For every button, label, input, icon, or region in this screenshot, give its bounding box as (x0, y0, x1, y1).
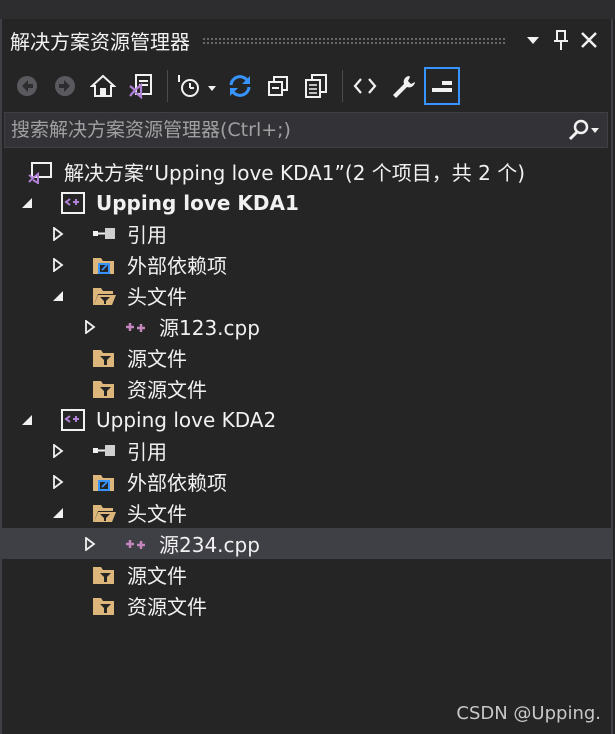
home-icon[interactable] (86, 68, 120, 104)
collapsed-arrow-icon[interactable] (81, 318, 99, 336)
tree-item-file-selected[interactable]: 源234.cpp (0, 528, 611, 559)
cpp-project-icon (60, 191, 86, 215)
view-code-icon[interactable] (348, 68, 382, 104)
collapsed-arrow-icon[interactable] (49, 473, 67, 491)
filter-folder-icon (91, 346, 117, 370)
cpp-file-icon (123, 315, 149, 339)
external-deps-folder-icon (91, 253, 117, 277)
references-icon (91, 222, 117, 246)
collapsed-arrow-icon[interactable] (49, 442, 67, 460)
tree-label: 源234.cpp (159, 533, 260, 557)
tree-label: 源文件 (127, 564, 187, 588)
tree-item-external-deps[interactable]: 外部依赖项 (0, 466, 611, 497)
tree-label: 资源文件 (127, 378, 207, 402)
expanded-arrow-icon[interactable] (49, 287, 67, 305)
tree-item-resource-files[interactable]: 资源文件 (0, 590, 611, 621)
tree-label: 外部依赖项 (127, 471, 227, 495)
tree-label: 资源文件 (127, 595, 207, 619)
drag-grip[interactable] (202, 36, 507, 44)
tree-item-references[interactable]: 引用 (0, 435, 611, 466)
collapsed-arrow-icon[interactable] (81, 535, 99, 553)
tree-item-project[interactable]: Upping love KDA1 (0, 187, 611, 218)
panel-titlebar: 解决方案资源管理器 (0, 19, 611, 61)
dropdown-arrow-icon[interactable] (519, 26, 547, 54)
tree-item-resource-files[interactable]: 资源文件 (0, 373, 611, 404)
back-icon[interactable] (10, 68, 44, 104)
tree-label: 源123.cpp (159, 316, 260, 340)
tree-item-source-files[interactable]: 源文件 (0, 342, 611, 373)
tree-item-file[interactable]: 源123.cpp (0, 311, 611, 342)
filter-folder-icon (91, 594, 117, 618)
show-all-files-icon[interactable] (299, 68, 333, 104)
external-deps-folder-icon (91, 470, 117, 494)
open-filter-folder-icon (91, 501, 117, 525)
tree-label: 头文件 (127, 502, 187, 526)
toolbar-separator (342, 70, 343, 102)
sync-icon[interactable] (223, 68, 257, 104)
pending-changes-filter-icon[interactable] (173, 68, 219, 104)
forward-icon[interactable] (48, 68, 82, 104)
search-icon[interactable] (561, 119, 607, 141)
solution-icon (27, 160, 53, 184)
close-icon[interactable] (575, 26, 603, 54)
tree-label: 头文件 (127, 285, 187, 309)
tree-item-source-files[interactable]: 源文件 (0, 559, 611, 590)
expanded-arrow-icon[interactable] (18, 411, 36, 429)
pin-icon[interactable] (547, 26, 575, 54)
cpp-project-icon (60, 408, 86, 432)
project-name: Upping love KDA2 (96, 407, 277, 432)
window-top-strip (0, 0, 615, 19)
search-input[interactable] (5, 118, 561, 142)
collapsed-arrow-icon[interactable] (49, 225, 67, 243)
tree-item-external-deps[interactable]: 外部依赖项 (0, 249, 611, 280)
tree-label: 解决方案“Upping love KDA1”(2 个项目，共 2 个) (64, 161, 526, 185)
properties-wrench-icon[interactable] (386, 68, 420, 104)
expanded-arrow-icon[interactable] (49, 504, 67, 522)
references-icon (91, 439, 117, 463)
tree-label: 引用 (127, 223, 167, 247)
tree-label: 外部依赖项 (127, 254, 227, 278)
tree-item-header-files[interactable]: 头文件 (0, 497, 611, 528)
panel-toolbar (0, 63, 611, 109)
search-box[interactable] (4, 112, 608, 148)
project-name: Upping love KDA1 (96, 190, 299, 215)
switch-views-icon[interactable] (124, 68, 158, 104)
panel-title: 解决方案资源管理器 (10, 29, 190, 54)
tree-item-header-files[interactable]: 头文件 (0, 280, 611, 311)
preview-selected-items-icon[interactable] (424, 67, 460, 105)
collapse-all-icon[interactable] (261, 68, 295, 104)
tree-item-references[interactable]: 引用 (0, 218, 611, 249)
toolbar-separator (167, 70, 168, 102)
collapsed-arrow-icon[interactable] (49, 256, 67, 274)
filter-folder-icon (91, 563, 117, 587)
expanded-arrow-icon[interactable] (18, 194, 36, 212)
tree-label: 源文件 (127, 347, 187, 371)
tree-label: 引用 (127, 440, 167, 464)
tree-item-project[interactable]: Upping love KDA2 (0, 404, 611, 435)
open-filter-folder-icon (91, 284, 117, 308)
tree-item-solution[interactable]: 解决方案“Upping love KDA1”(2 个项目，共 2 个) (0, 156, 611, 187)
cpp-file-icon (123, 532, 149, 556)
watermark: CSDN @Upping. (456, 703, 601, 724)
filter-folder-icon (91, 377, 117, 401)
